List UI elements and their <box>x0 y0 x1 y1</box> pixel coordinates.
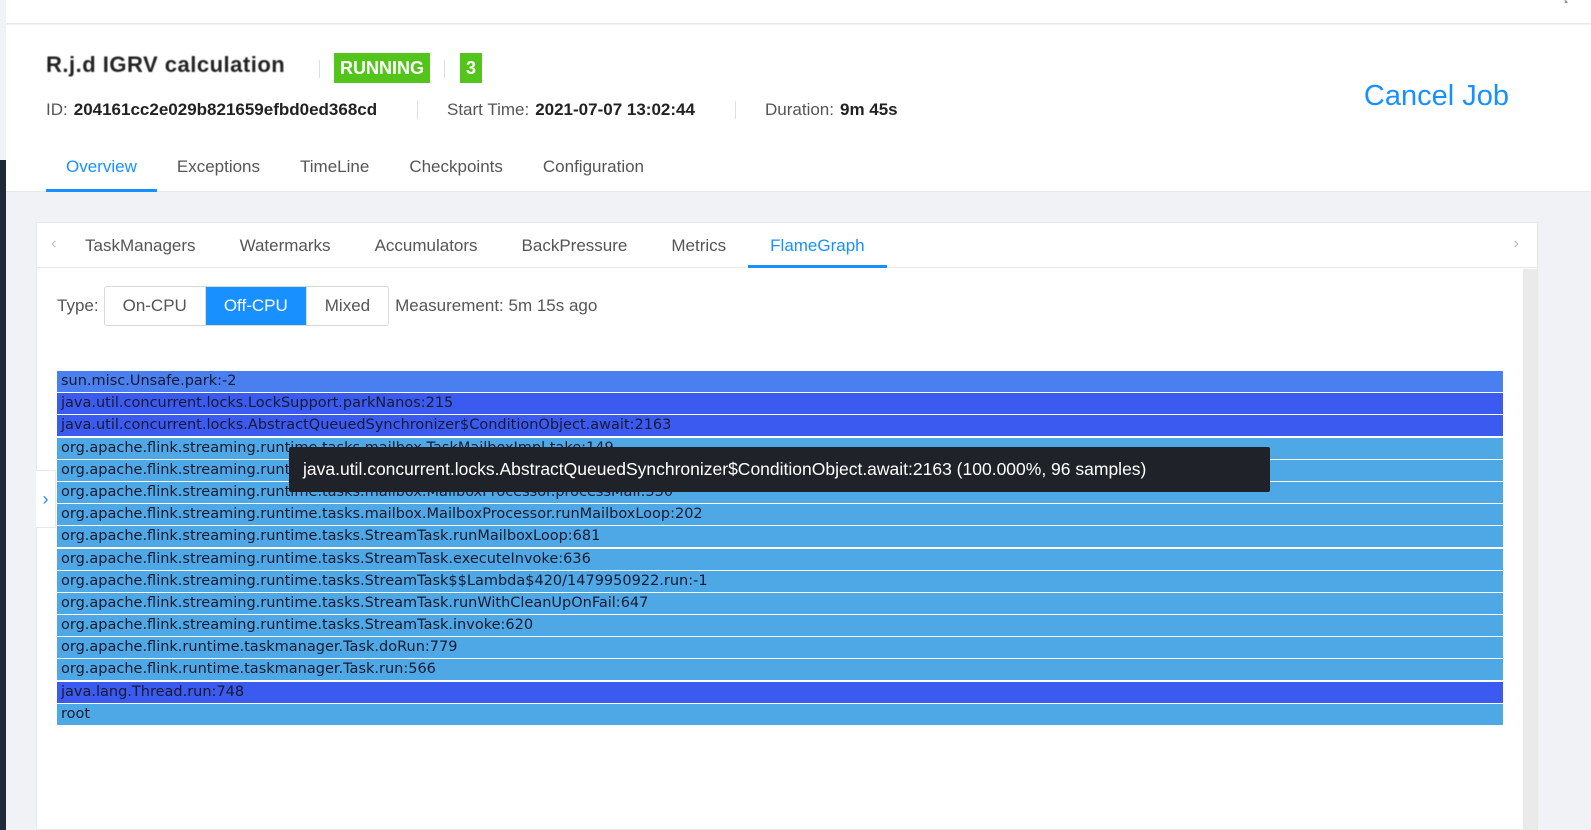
subtab-flamegraph[interactable]: FlameGraph <box>748 223 887 268</box>
chevron-left-icon[interactable]: ‹ <box>51 235 56 253</box>
type-option-on-cpu[interactable]: On-CPU <box>105 287 206 325</box>
flamegraph-frame[interactable]: org.apache.flink.streaming.runtime.tasks… <box>57 504 1503 526</box>
flamegraph-frame[interactable]: org.apache.flink.runtime.taskmanager.Tas… <box>57 659 1503 681</box>
type-label: Type: <box>57 296 99 315</box>
flamegraph-frame[interactable]: java.lang.Thread.run:748 <box>57 681 1503 703</box>
flamegraph-frame[interactable]: java.util.concurrent.locks.AbstractQueue… <box>57 415 1503 437</box>
start-time: Start Time: 2021-07-07 13:02:44 <box>447 100 695 119</box>
parallelism-badge: 3 <box>460 53 482 83</box>
subtab-metrics[interactable]: Metrics <box>649 223 748 268</box>
subtab-watermarks[interactable]: Watermarks <box>218 223 353 268</box>
subtab-taskmanagers[interactable]: TaskManagers <box>63 223 218 268</box>
job-header: R.j.d IGRV calculation RUNNING 3 ID: 2041… <box>6 25 1591 192</box>
subtab-backpressure[interactable]: BackPressure <box>500 223 650 268</box>
flamegraph-frame[interactable]: sun.misc.Unsafe.park:-2 <box>57 371 1503 392</box>
job-name: R.j.d IGRV calculation <box>46 52 286 77</box>
type-option-off-cpu[interactable]: Off-CPU <box>205 287 307 325</box>
tab-exceptions[interactable]: Exceptions <box>157 145 280 192</box>
flamegraph-frame[interactable]: org.apache.flink.streaming.runtime.tasks… <box>57 548 1503 570</box>
flamegraph: sun.misc.Unsafe.park:-2 java.util.concurr… <box>57 371 1503 726</box>
measurement-label: Measurement: 5m 15s ago <box>395 296 598 315</box>
flamegraph-frame[interactable]: root <box>57 703 1503 725</box>
flamegraph-frame[interactable]: org.apache.flink.streaming.runtime.tasks… <box>57 526 1503 548</box>
tab-overview[interactable]: Overview <box>46 145 157 192</box>
flamegraph-type-row: Type: On-CPU Off-CPU Mixed Measurement: … <box>57 286 597 326</box>
tab-configuration[interactable]: Configuration <box>523 145 664 192</box>
flamegraph-frame[interactable]: org.apache.flink.streaming.runtime.tasks… <box>57 592 1503 614</box>
subtab-bar: ‹ TaskManagers Watermarks Accumulators B… <box>37 223 1537 268</box>
flamegraph-frame[interactable]: org.apache.flink.streaming.runtime.tasks… <box>57 615 1503 637</box>
flamegraph-tooltip: java.util.concurrent.locks.AbstractQueue… <box>289 447 1270 492</box>
chevron-right-icon[interactable]: › <box>1514 235 1519 253</box>
top-bar: ◔ <box>6 0 1591 24</box>
divider <box>417 101 418 119</box>
flamegraph-frame[interactable]: org.apache.flink.runtime.taskmanager.Tas… <box>57 637 1503 659</box>
cancel-job-button[interactable]: Cancel Job <box>1364 80 1509 113</box>
flamegraph-frame[interactable]: org.apache.flink.streaming.runtime.tasks… <box>57 570 1503 592</box>
duration: Duration: 9m 45s <box>765 100 898 119</box>
tab-timeline[interactable]: TimeLine <box>280 145 389 192</box>
divider <box>444 60 445 78</box>
flamegraph-frame[interactable]: java.util.concurrent.locks.LockSupport.p… <box>57 393 1503 415</box>
subtabs: TaskManagers Watermarks Accumulators Bac… <box>63 223 887 268</box>
job-id: ID: 204161cc2e029b821659efbd0ed368cd <box>46 100 378 119</box>
type-option-mixed[interactable]: Mixed <box>307 287 388 325</box>
chevron-right-icon[interactable]: › <box>36 470 56 528</box>
job-tabs: Overview Exceptions TimeLine Checkpoints… <box>46 145 664 192</box>
divider <box>735 101 736 119</box>
tab-checkpoints[interactable]: Checkpoints <box>389 145 523 192</box>
subtab-accumulators[interactable]: Accumulators <box>353 223 500 268</box>
scrollbar[interactable] <box>1523 269 1537 829</box>
status-badge: RUNNING <box>334 53 430 83</box>
type-selector: On-CPU Off-CPU Mixed <box>103 286 390 326</box>
user-icon[interactable]: ◔ <box>1561 0 1569 10</box>
app-sidebar-edge <box>0 160 6 830</box>
divider <box>319 60 320 78</box>
